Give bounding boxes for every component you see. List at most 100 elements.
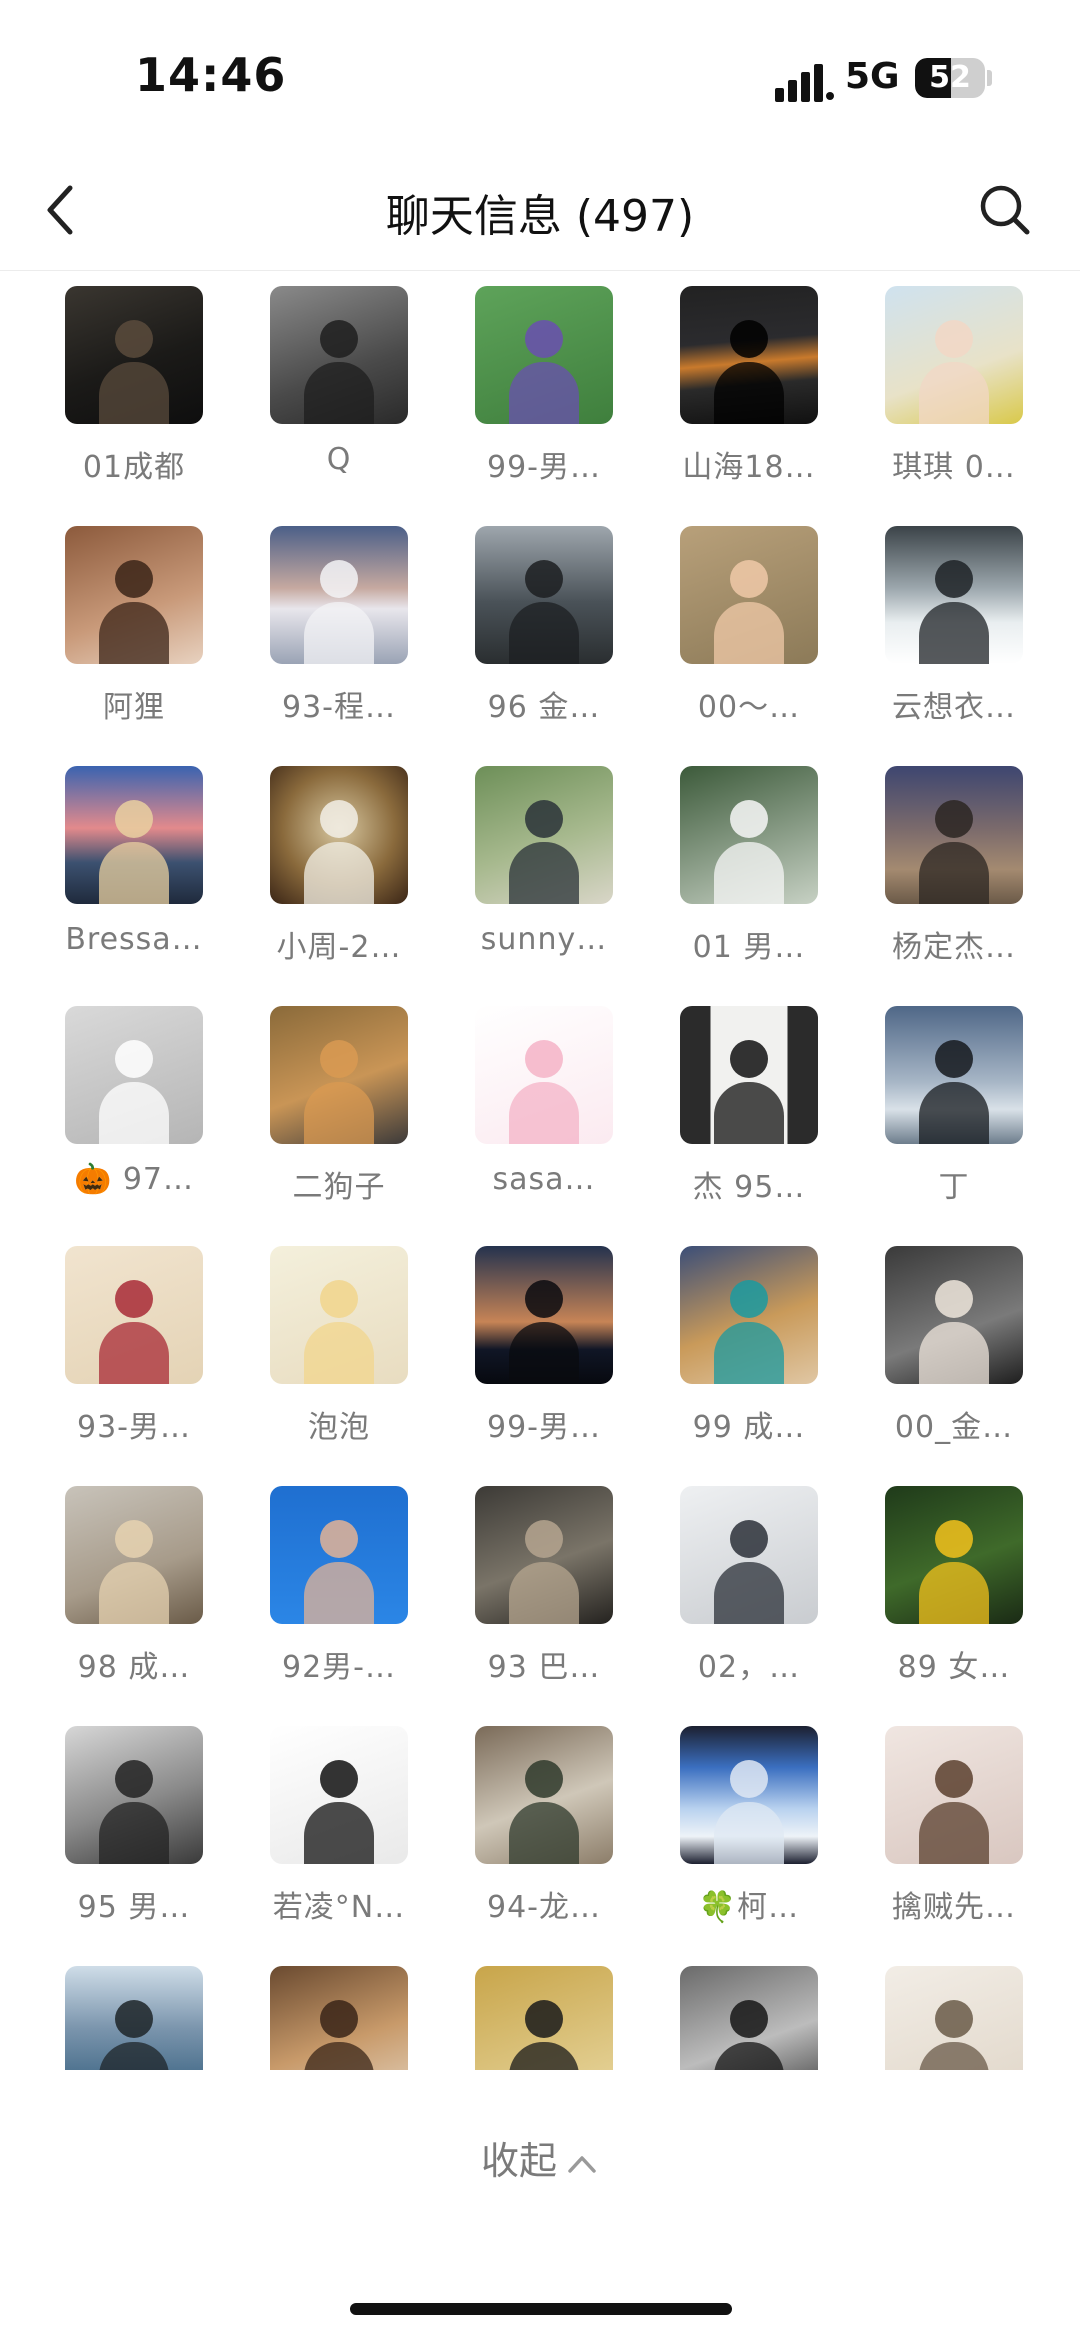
avatar-figure-body — [509, 1322, 579, 1384]
avatar-figure-head — [730, 1760, 768, 1798]
member-avatar — [885, 1486, 1023, 1624]
member-item[interactable]: 01 男… — [647, 766, 851, 1006]
member-item[interactable]: 杰 95… — [647, 1006, 851, 1246]
member-avatar — [680, 526, 818, 664]
member-item[interactable]: 94-龙… — [442, 1726, 646, 1966]
member-item[interactable]: 99 成… — [647, 1246, 851, 1486]
avatar-figure-body — [714, 1082, 784, 1144]
member-avatar — [475, 286, 613, 424]
member-name: 89 女… — [897, 1650, 1011, 1685]
member-item[interactable] — [852, 1966, 1048, 2070]
member-item[interactable] — [442, 1966, 646, 2070]
avatar-figure-body — [714, 1562, 784, 1624]
member-item[interactable]: 琪琪 0… — [852, 286, 1048, 526]
member-name: 丁 — [938, 1170, 970, 1205]
member-item[interactable]: 92男-… — [237, 1486, 441, 1726]
search-button[interactable] — [975, 180, 1035, 240]
avatar-figure-body — [509, 602, 579, 664]
member-item[interactable]: 擒贼先… — [852, 1726, 1048, 1966]
member-avatar — [885, 286, 1023, 424]
avatar-figure-head — [115, 2000, 153, 2038]
member-name: 99 成… — [692, 1410, 806, 1445]
member-item[interactable]: 杨定杰… — [852, 766, 1048, 1006]
member-item[interactable]: 99-男… — [442, 1246, 646, 1486]
member-avatar — [65, 526, 203, 664]
avatar-figure-head — [730, 800, 768, 838]
battery-icon: 52 — [915, 58, 985, 98]
member-item[interactable]: 00～… — [647, 526, 851, 766]
avatar-figure-head — [115, 1760, 153, 1798]
member-item[interactable]: 96 金… — [442, 526, 646, 766]
member-name: 擒贼先… — [892, 1890, 1016, 1925]
avatar-figure-head — [935, 320, 973, 358]
member-avatar — [885, 1726, 1023, 1864]
member-item[interactable]: 二狗子 — [237, 1006, 441, 1246]
member-item[interactable]: 小周-2… — [237, 766, 441, 1006]
member-item[interactable]: 山海18… — [647, 286, 851, 526]
avatar-figure-body — [304, 1562, 374, 1624]
member-item[interactable]: 98 成… — [32, 1486, 236, 1726]
member-avatar — [885, 526, 1023, 664]
member-avatar — [65, 1726, 203, 1864]
member-item[interactable]: 02，… — [647, 1486, 851, 1726]
avatar-figure-head — [730, 1520, 768, 1558]
member-item[interactable]: 阿狸 — [32, 526, 236, 766]
avatar-figure-body — [509, 842, 579, 904]
member-item[interactable]: 89 女… — [852, 1486, 1048, 1726]
member-item[interactable]: 99-男… — [442, 286, 646, 526]
member-avatar — [65, 1006, 203, 1144]
avatar-figure-head — [525, 2000, 563, 2038]
avatar-figure-head — [115, 560, 153, 598]
avatar-figure-body — [919, 362, 989, 424]
member-name: 山海18… — [682, 450, 816, 485]
member-item[interactable]: Bressa… — [32, 766, 236, 1006]
avatar-figure-body — [919, 2042, 989, 2070]
member-item[interactable]: 95 男… — [32, 1726, 236, 1966]
member-avatar — [270, 286, 408, 424]
member-name: 🎃 97… — [73, 1162, 195, 1197]
member-item[interactable]: Q — [237, 286, 441, 526]
avatar-figure-body — [714, 1802, 784, 1864]
avatar-figure-body — [509, 1802, 579, 1864]
member-item[interactable] — [32, 1966, 236, 2070]
member-avatar — [475, 1246, 613, 1384]
avatar-figure-head — [320, 1040, 358, 1078]
member-item[interactable]: 93-程… — [237, 526, 441, 766]
avatar-figure-head — [525, 1040, 563, 1078]
member-item[interactable]: 泡泡 — [237, 1246, 441, 1486]
member-name: 96 金… — [487, 690, 601, 725]
member-item[interactable]: 93-男… — [32, 1246, 236, 1486]
avatar-figure-head — [935, 1520, 973, 1558]
member-item[interactable]: 93 巴… — [442, 1486, 646, 1726]
member-item[interactable]: 00_金… — [852, 1246, 1048, 1486]
avatar-figure-body — [99, 1322, 169, 1384]
avatar-figure-body — [919, 1562, 989, 1624]
member-item[interactable]: sunny… — [442, 766, 646, 1006]
avatar-figure-body — [509, 362, 579, 424]
member-item[interactable]: sasa… — [442, 1006, 646, 1246]
collapse-button[interactable]: 收起 — [0, 2130, 1080, 2185]
avatar-figure-head — [730, 1280, 768, 1318]
member-item[interactable] — [237, 1966, 441, 2070]
member-avatar — [475, 1486, 613, 1624]
member-item[interactable]: 🎃 97… — [32, 1006, 236, 1246]
member-name: 01成都 — [82, 450, 186, 485]
avatar-figure-body — [304, 1322, 374, 1384]
member-item[interactable]: 云想衣… — [852, 526, 1048, 766]
member-item[interactable] — [647, 1966, 851, 2070]
avatar-figure-head — [320, 560, 358, 598]
member-avatar — [475, 1006, 613, 1144]
member-grid: 01成都 Q 99-男… 山海18… 琪琪 0… 阿狸 93-程… 96 金… 00～… 云想衣…… — [32, 286, 1048, 2070]
member-item[interactable]: 丁 — [852, 1006, 1048, 1246]
avatar-figure-head — [935, 1280, 973, 1318]
member-item[interactable]: 01成都 — [32, 286, 236, 526]
avatar-figure-body — [714, 362, 784, 424]
member-item[interactable]: 🍀柯… — [647, 1726, 851, 1966]
member-avatar — [680, 1246, 818, 1384]
member-name: 杨定杰… — [892, 930, 1016, 965]
avatar-figure-body — [919, 842, 989, 904]
member-item[interactable]: 若凌°N… — [237, 1726, 441, 1966]
avatar-figure-body — [304, 1802, 374, 1864]
member-name: Bressa… — [65, 922, 203, 957]
avatar-figure-body — [509, 1562, 579, 1624]
